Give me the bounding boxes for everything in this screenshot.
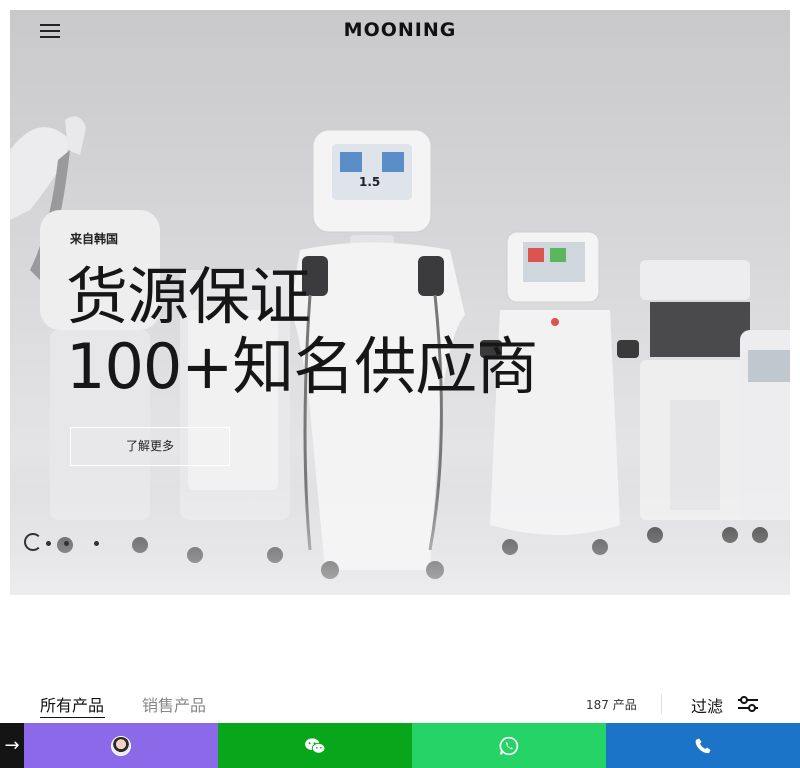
product-count: 187 产品 [586, 696, 637, 713]
contact-bar: → [0, 723, 800, 768]
slide-dot[interactable] [64, 541, 69, 546]
contact-agent-button[interactable] [24, 723, 218, 768]
tab-sale-products[interactable]: 销售产品 [142, 692, 206, 716]
wechat-button[interactable] [218, 723, 412, 768]
product-count-unit: 产品 [612, 698, 637, 712]
svg-text:1.5: 1.5 [359, 175, 380, 189]
whatsapp-icon [499, 736, 519, 755]
wechat-icon [305, 737, 326, 754]
hero-headline-line2: 100+知名供应商 [66, 330, 538, 403]
hero-headline-line1: 货源保证 [66, 260, 311, 333]
hero-headline: 货源保证 100+知名供应商 [66, 260, 538, 403]
hero-kicker: 来自韩国 [70, 232, 119, 246]
slide-dot[interactable] [46, 541, 51, 546]
hero-floor-gradient [10, 485, 790, 595]
sliders-filter-icon[interactable] [737, 695, 759, 713]
tab-all-products[interactable]: 所有产品 [40, 692, 106, 718]
filter-button[interactable]: 过滤 [691, 693, 723, 717]
slide-dot-active[interactable] [24, 533, 42, 551]
divider [661, 694, 662, 714]
avatar-icon [111, 735, 131, 756]
collapse-arrow-button[interactable]: → [0, 723, 24, 768]
slide-dot[interactable] [94, 541, 99, 546]
phone-button[interactable] [606, 723, 800, 768]
whatsapp-button[interactable] [412, 723, 606, 768]
product-count-number: 187 [586, 698, 609, 712]
site-logo[interactable]: MOONING [10, 19, 790, 41]
phone-icon [695, 738, 711, 753]
hero-banner: 1.5 MOONING 来自韩国 货源保证 100+知名供应商 了解更多 [10, 10, 790, 595]
learn-more-button[interactable]: 了解更多 [70, 427, 230, 466]
